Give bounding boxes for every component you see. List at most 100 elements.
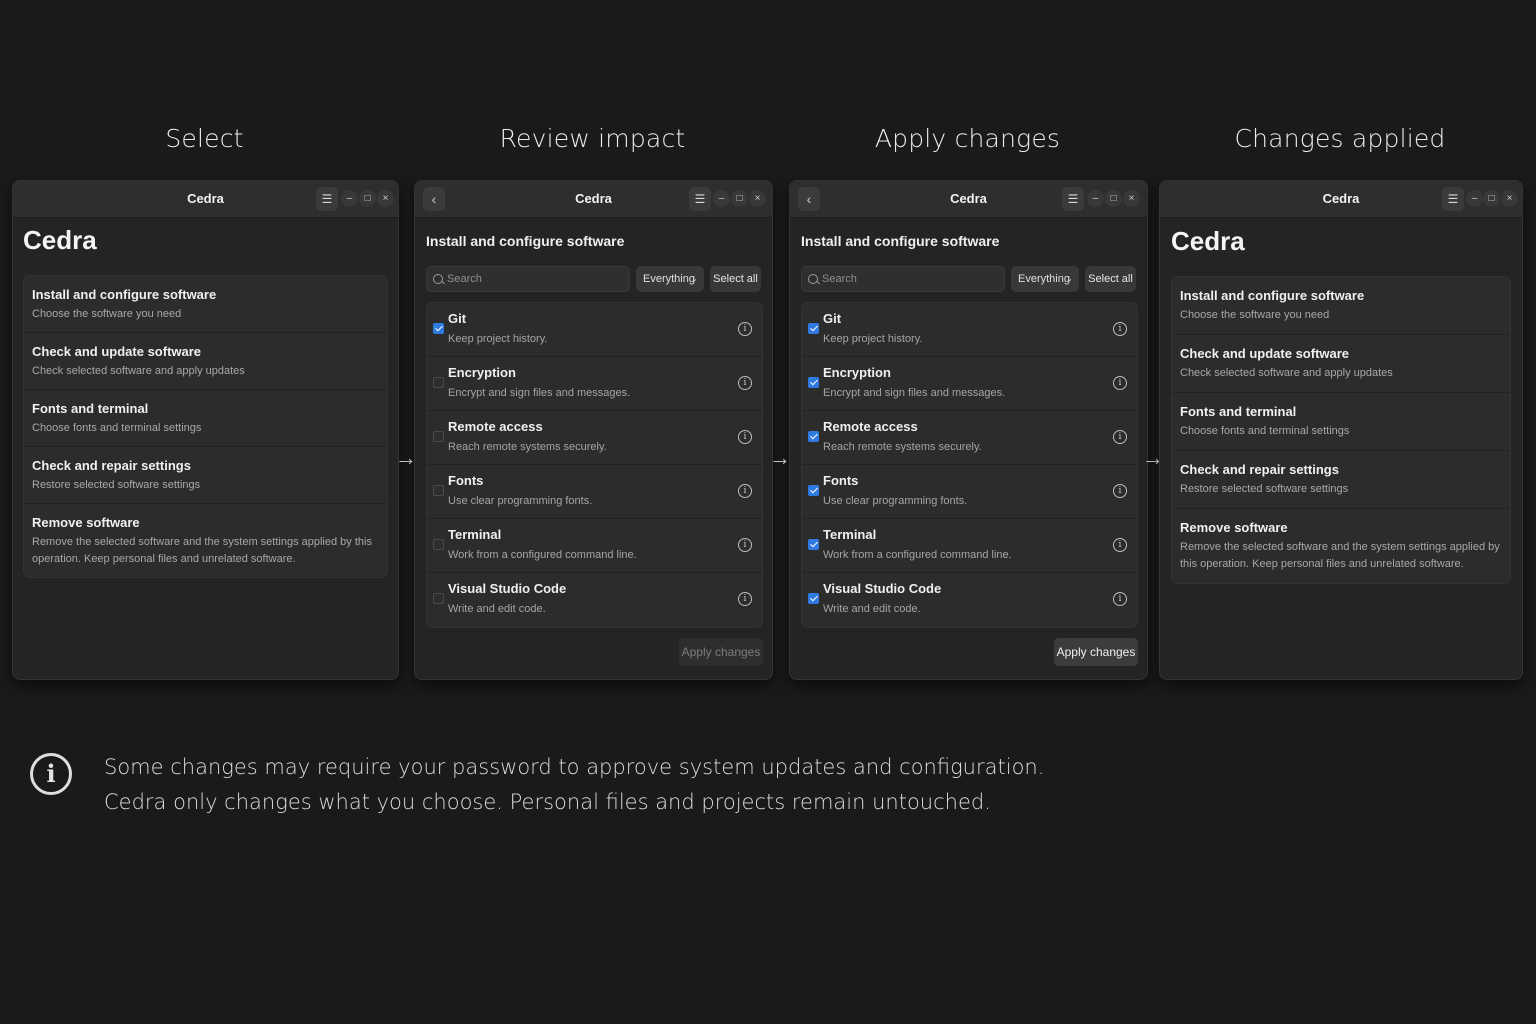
task-subtitle: Check selected software and apply update… [1180,367,1393,379]
option-fonts[interactable]: Fonts Use clear programming fonts. i [427,465,762,519]
option-vscode[interactable]: Visual Studio Code Write and edit code. i [427,573,762,627]
filter-dropdown[interactable]: Everything ⌄ [636,266,704,292]
minimize-button[interactable]: – [1087,190,1104,207]
info-icon[interactable]: i [738,322,752,336]
option-encryption[interactable]: Encryption Encrypt and sign files and mes… [427,357,762,411]
task-check-update[interactable]: Check and update software Check selected … [1172,335,1510,393]
menu-button[interactable]: ☰ [316,187,338,211]
info-icon[interactable]: i [738,538,752,552]
option-title: Encryption [448,365,516,380]
info-icon[interactable]: i [738,484,752,498]
task-fonts-terminal[interactable]: Fonts and terminal Choose fonts and termi… [1172,393,1510,451]
maximize-button[interactable]: □ [359,190,376,207]
checkbox[interactable] [433,323,444,334]
checkbox[interactable] [808,539,819,550]
option-subtitle: Use clear programming fonts. [823,495,968,507]
search-placeholder: Search [822,273,857,285]
task-subtitle: Choose the software you need [1180,309,1330,321]
checkbox[interactable] [808,431,819,442]
info-icon[interactable]: i [1113,430,1127,444]
maximize-button[interactable]: □ [731,190,748,207]
checkbox[interactable] [808,377,819,388]
checkbox[interactable] [808,485,819,496]
task-title: Fonts and terminal [32,401,149,416]
option-git[interactable]: Git Keep project history. i [427,303,762,357]
option-subtitle: Write and edit code. [823,603,921,615]
task-check-repair[interactable]: Check and repair settings Restore selecte… [1172,451,1510,509]
option-subtitle: Keep project history. [448,333,548,345]
back-button[interactable]: ‹ [798,187,820,211]
task-title: Remove software [1180,520,1288,535]
task-check-update[interactable]: Check and update software Check selected … [24,333,387,390]
checkbox[interactable] [433,377,444,388]
chevron-down-icon: ⌄ [691,274,698,283]
window-review-impact: Cedra ‹ ☰ – □ × Install and configure so… [414,180,773,680]
option-title: Fonts [448,473,484,488]
info-icon[interactable]: i [1113,322,1127,336]
menu-button[interactable]: ☰ [689,187,711,211]
checkbox[interactable] [808,323,819,334]
checkbox[interactable] [433,485,444,496]
task-remove-software[interactable]: Remove software Remove the selected softw… [1172,509,1510,583]
info-icon[interactable]: i [1113,376,1127,390]
back-button[interactable]: ‹ [423,187,445,211]
option-subtitle: Encrypt and sign files and messages. [823,387,1006,399]
close-button[interactable]: × [1123,190,1140,207]
checkbox[interactable] [433,431,444,442]
option-terminal[interactable]: Terminal Work from a configured command l… [427,519,762,573]
minimize-button[interactable]: – [713,190,730,207]
select-all-button[interactable]: Select all [710,266,761,292]
info-icon[interactable]: i [738,430,752,444]
option-git[interactable]: Git Keep project history. i [802,303,1137,357]
task-remove-software[interactable]: Remove software Remove the selected softw… [24,504,387,577]
maximize-button[interactable]: □ [1483,190,1500,207]
close-button[interactable]: × [1501,190,1518,207]
menu-button[interactable]: ☰ [1442,187,1464,211]
minimize-button[interactable]: – [1466,190,1483,207]
page-heading: Install and configure software [801,233,1000,249]
task-install-configure[interactable]: Install and configure software Choose the… [24,276,387,333]
task-fonts-terminal[interactable]: Fonts and terminal Choose fonts and termi… [24,390,387,447]
close-button[interactable]: × [377,190,394,207]
app-title: Cedra [1171,226,1245,256]
menu-button[interactable]: ☰ [1062,187,1084,211]
option-vscode[interactable]: Visual Studio Code Write and edit code. i [802,573,1137,627]
option-fonts[interactable]: Fonts Use clear programming fonts. i [802,465,1137,519]
info-icon: i [30,753,72,795]
minimize-button[interactable]: – [341,190,358,207]
filter-dropdown[interactable]: Everything ⌄ [1011,266,1079,292]
task-title: Install and configure software [32,287,217,302]
option-remote-access[interactable]: Remote access Reach remote systems secure… [427,411,762,465]
info-icon[interactable]: i [1113,538,1127,552]
info-icon[interactable]: i [738,376,752,390]
info-icon[interactable]: i [1113,592,1127,606]
task-check-repair[interactable]: Check and repair settings Restore selecte… [24,447,387,504]
info-icon[interactable]: i [738,592,752,606]
search-input[interactable]: Search [426,266,630,292]
info-icon[interactable]: i [1113,484,1127,498]
notice-line-1: Some changes may require your password t… [104,755,1045,779]
task-install-configure[interactable]: Install and configure software Choose the… [1172,277,1510,335]
maximize-button[interactable]: □ [1105,190,1122,207]
option-title: Terminal [823,527,877,542]
apply-changes-button[interactable]: Apply changes [1054,638,1138,666]
task-title: Check and update software [1180,346,1350,361]
option-title: Visual Studio Code [823,581,942,596]
titlebar: Cedra ☰ – □ × [13,181,398,218]
task-subtitle: Choose fonts and terminal settings [32,422,202,434]
option-terminal[interactable]: Terminal Work from a configured command l… [802,519,1137,573]
apply-changes-button[interactable]: Apply changes [679,638,763,666]
task-subtitle: Choose the software you need [32,308,182,320]
checkbox[interactable] [808,593,819,604]
checkbox[interactable] [433,593,444,604]
option-subtitle: Use clear programming fonts. [448,495,593,507]
chevron-down-icon: ⌄ [1066,274,1073,283]
step-title-apply-changes: Apply changes [874,124,1061,153]
select-all-button[interactable]: Select all [1085,266,1136,292]
search-input[interactable]: Search [801,266,1005,292]
option-encryption[interactable]: Encryption Encrypt and sign files and mes… [802,357,1137,411]
option-title: Terminal [448,527,502,542]
checkbox[interactable] [433,539,444,550]
option-remote-access[interactable]: Remote access Reach remote systems secure… [802,411,1137,465]
close-button[interactable]: × [749,190,766,207]
